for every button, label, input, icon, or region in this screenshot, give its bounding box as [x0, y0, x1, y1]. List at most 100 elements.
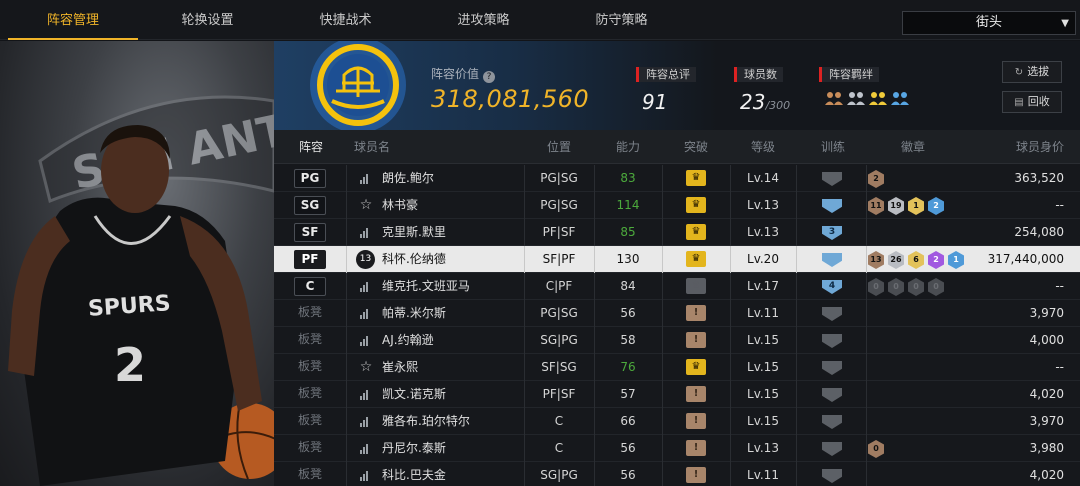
table-row[interactable]: 板凳 ☆ 崔永熙 SF|SG 76 ♛ Lv.15 --	[274, 354, 1080, 381]
badge-icon[interactable]: 2	[868, 170, 884, 188]
breakthrough-icon[interactable]: !	[686, 440, 706, 456]
breakthrough-icon[interactable]: ♛	[686, 224, 706, 240]
training-shield-icon[interactable]	[822, 334, 842, 348]
badge-icon[interactable]: 0	[868, 440, 884, 458]
table-row[interactable]: 板凳 科比.巴夫金 SG|PG 56! Lv.11 4,020	[274, 462, 1080, 486]
chemistry-silver-icon[interactable]	[847, 90, 865, 106]
player-name[interactable]: 林书豪	[382, 192, 418, 219]
training-shield-icon[interactable]	[822, 415, 842, 429]
breakthrough-icon[interactable]: ♛	[686, 197, 706, 213]
breakthrough-icon[interactable]: ♛	[686, 359, 706, 375]
col-position[interactable]: 位置	[524, 130, 594, 164]
training-shield-icon[interactable]	[822, 442, 842, 456]
training-shield-icon[interactable]	[822, 307, 842, 321]
badge-icon[interactable]: 26	[888, 251, 904, 269]
badge-icon[interactable]: 1	[908, 197, 924, 215]
table-row[interactable]: PF 13 科怀.伦纳德 SF|PF 130 ♛ Lv.20 13 26 6 2 1 317,440,0…	[274, 246, 1080, 273]
training-shield-icon[interactable]	[822, 388, 842, 402]
filter-button[interactable]: ↻ 选拔	[1002, 61, 1062, 83]
player-value: 4,020	[1029, 387, 1064, 401]
player-level: Lv.15	[747, 360, 779, 374]
col-rating[interactable]: 能力	[594, 130, 662, 164]
breakthrough-icon[interactable]: ♛	[686, 278, 706, 294]
chemistry-blue-icon[interactable]	[891, 90, 909, 106]
training-shield-icon[interactable]	[822, 253, 842, 267]
tab-lineup[interactable]: 阵容管理	[8, 0, 138, 40]
breakthrough-icon[interactable]: !	[686, 386, 706, 402]
training-shield-icon[interactable]	[822, 199, 842, 213]
player-name[interactable]: 崔永熙	[382, 354, 418, 381]
breakthrough-icon[interactable]: !	[686, 305, 706, 321]
badge-icon[interactable]: 2	[928, 251, 944, 269]
col-value[interactable]: 球员身价	[984, 130, 1064, 164]
badge-icon[interactable]: 1	[948, 251, 964, 269]
training-shield-icon[interactable]: 3	[822, 226, 842, 240]
tab-defense[interactable]: 防守策略	[559, 0, 684, 40]
table-row[interactable]: 板凳 帕蒂.米尔斯 PG|SG 56! Lv.11 3,970	[274, 300, 1080, 327]
breakthrough-icon[interactable]: !	[686, 332, 706, 348]
player-name[interactable]: 帕蒂.米尔斯	[382, 300, 446, 327]
chemistry-gold-icon[interactable]	[869, 90, 887, 106]
badge-icon[interactable]: 0	[908, 278, 924, 296]
player-name[interactable]: 科怀.伦纳德	[382, 246, 446, 273]
table-row[interactable]: C 维克托.文班亚马 C|PF 84 ♛ Lv.17 4 0 0 0 0 --	[274, 273, 1080, 300]
col-badges[interactable]: 徽章	[868, 130, 958, 164]
tab-offense[interactable]: 进攻策略	[421, 0, 546, 40]
rating-stat: 阵容总评 91	[636, 63, 696, 114]
player-illustration: SAN ANTONIO SPURS SPURS 2	[8, 41, 274, 486]
breakthrough-icon[interactable]: !	[686, 467, 706, 483]
col-level[interactable]: 等级	[730, 130, 796, 164]
table-row[interactable]: 板凳 AJ.约翰逊 SG|PG 58! Lv.15 4,000	[274, 327, 1080, 354]
col-breakthrough[interactable]: 突破	[663, 130, 729, 164]
player-position: C|PF	[545, 279, 573, 293]
badge-icon[interactable]: 19	[888, 197, 904, 215]
col-training[interactable]: 训练	[800, 130, 866, 164]
player-artwork: SAN ANTONIO SPURS SPURS 2	[0, 41, 274, 486]
badge-icon[interactable]: 2	[928, 197, 944, 215]
help-icon[interactable]: ?	[483, 71, 496, 83]
table-row[interactable]: SG ☆ 林书豪 PG|SG 114 ♛ Lv.13 11 19 1 2 --	[274, 192, 1080, 219]
tab-quick-tactics[interactable]: 快捷战术	[283, 0, 408, 40]
recycle-button[interactable]: ▤ 回收	[1002, 91, 1062, 113]
player-name[interactable]: 朗佐.鲍尔	[382, 165, 434, 192]
player-name[interactable]: 科比.巴夫金	[382, 462, 446, 486]
col-slot[interactable]: 阵容	[288, 130, 334, 164]
player-name[interactable]: AJ.约翰逊	[382, 327, 434, 354]
player-value: --	[1055, 360, 1064, 374]
recycle-icon: ▤	[1014, 97, 1024, 108]
divider	[346, 435, 347, 462]
training-shield-icon[interactable]	[822, 172, 842, 186]
player-name[interactable]: 丹尼尔.泰斯	[382, 435, 446, 462]
player-level: Lv.17	[747, 279, 779, 293]
badge-icon[interactable]: 6	[908, 251, 924, 269]
player-name[interactable]: 雅各布.珀尔特尔	[382, 408, 470, 435]
badge-icon[interactable]: 0	[928, 278, 944, 296]
badge-icon[interactable]: 0	[888, 278, 904, 296]
player-name[interactable]: 凯文.诺克斯	[382, 381, 446, 408]
breakthrough-icon[interactable]: ♛	[686, 170, 706, 186]
chemistry-bronze-icon[interactable]	[825, 90, 843, 106]
training-shield-icon[interactable]: 4	[822, 280, 842, 294]
training-shield-icon[interactable]	[822, 361, 842, 375]
player-position: SG|PG	[540, 468, 578, 482]
table-row[interactable]: PG 朗佐.鲍尔 PG|SG 83 ♛ Lv.14 2 363,520	[274, 165, 1080, 192]
mode-dropdown[interactable]: 街头 ▼	[902, 11, 1076, 35]
player-level: Lv.15	[747, 333, 779, 347]
filter-button-label: 选拔	[1027, 65, 1050, 78]
badge-icon[interactable]: 11	[868, 197, 884, 215]
table-row[interactable]: SF 克里斯.默里 PF|SF 85 ♛ Lv.13 3 254,080	[274, 219, 1080, 246]
training-shield-icon[interactable]	[822, 469, 842, 483]
table-row[interactable]: 板凳 丹尼尔.泰斯 C 56! Lv.13 0 3,980	[274, 435, 1080, 462]
team-logo-icon	[310, 41, 406, 130]
badge-icon[interactable]: 13	[868, 251, 884, 269]
player-name[interactable]: 克里斯.默里	[382, 219, 446, 246]
table-row[interactable]: 板凳 雅各布.珀尔特尔 C 66! Lv.15 3,970	[274, 408, 1080, 435]
player-name[interactable]: 维克托.文班亚马	[382, 273, 470, 300]
player-level: Lv.20	[747, 252, 779, 266]
table-row[interactable]: 板凳 凯文.诺克斯 PF|SF 57! Lv.15 4,020	[274, 381, 1080, 408]
tab-rotation[interactable]: 轮换设置	[145, 0, 270, 40]
breakthrough-icon[interactable]: ♛	[686, 251, 706, 267]
col-name[interactable]: 球员名	[354, 130, 404, 164]
badge-icon[interactable]: 0	[868, 278, 884, 296]
breakthrough-icon[interactable]: !	[686, 413, 706, 429]
